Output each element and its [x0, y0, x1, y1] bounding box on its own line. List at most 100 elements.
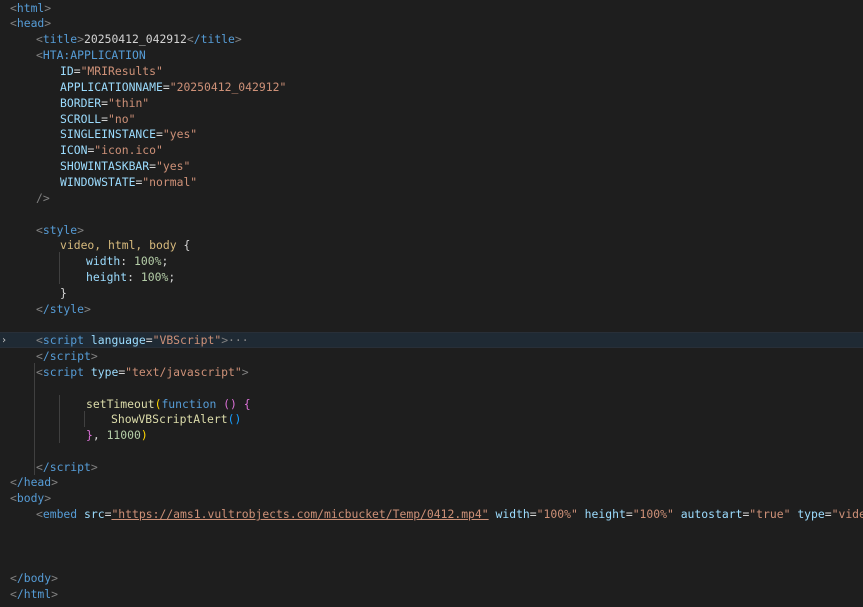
self-close-token: /> [36, 191, 50, 205]
attr-name: language [90, 333, 146, 347]
tag-script: script [42, 365, 85, 379]
attr-name: SHOWINTASKBAR [60, 159, 150, 173]
code-line[interactable]: APPLICATIONNAME="20250412_042912" [0, 79, 863, 95]
tag-head-close: /head [16, 475, 52, 489]
code-line[interactable]: <html> [0, 0, 863, 16]
attr-name: type [90, 365, 119, 379]
code-line[interactable]: </body> [0, 570, 863, 586]
parens: () [223, 397, 237, 411]
tag-body-close: /body [16, 571, 52, 585]
code-line[interactable]: WINDOWSTATE="normal" [0, 174, 863, 190]
attr-value: "yes" [162, 127, 198, 141]
attr-value: "100%" [536, 507, 578, 521]
parens: () [227, 412, 242, 426]
code-line[interactable]: width: 100%; [0, 253, 863, 269]
code-line[interactable]: ICON="icon.ico" [0, 142, 863, 158]
tag-html-close: /html [16, 587, 52, 601]
function-name: setTimeout [86, 397, 155, 411]
attr-value: "100%" [632, 507, 674, 521]
css-selector: video, html, body [60, 238, 177, 252]
brace: { [243, 397, 251, 411]
code-line[interactable]: } [0, 285, 863, 301]
tag-title-close: /title [193, 32, 235, 46]
code-line[interactable]: ID="MRIResults" [0, 63, 863, 79]
tag-style: style [42, 223, 78, 237]
code-line[interactable]: <title>20250412_042912</title> [0, 31, 863, 47]
code-line[interactable]: </head> [0, 474, 863, 490]
code-line[interactable]: <head> [0, 15, 863, 31]
attr-name: SINGLEINSTANCE [60, 127, 157, 141]
attr-value: "20250412_042912" [169, 80, 287, 94]
code-line[interactable]: </script> [0, 348, 863, 364]
attr-name: APPLICATIONNAME [60, 80, 163, 94]
code-line[interactable]: <embed src="https://ams1.vultrobjects.co… [0, 506, 863, 522]
code-line[interactable]: ShowVBScriptAlert() [0, 411, 863, 427]
function-name: ShowVBScriptAlert [111, 412, 228, 426]
code-line[interactable]: height: 100%; [0, 269, 863, 285]
brace: { [183, 238, 191, 252]
title-text: 20250412_042912 [84, 32, 187, 46]
current-line[interactable]: › <script language="VBScript">··· [0, 332, 863, 348]
attr-value: "VBScript" [152, 333, 222, 347]
attr-value: "MRIResults" [80, 64, 163, 78]
code-line[interactable]: SCROLL="no" [0, 111, 863, 127]
attr-value: "yes" [156, 159, 191, 173]
brace: } [60, 286, 67, 300]
code-line[interactable]: </html> [0, 586, 863, 602]
tag-head: head [16, 16, 45, 30]
attr-name: SCROLL [60, 112, 102, 126]
tag-embed: embed [42, 507, 78, 521]
comma: , [92, 428, 100, 442]
semicolon: ; [168, 270, 176, 284]
folded-ellipsis[interactable]: ··· [228, 333, 249, 347]
attr-name: ICON [60, 143, 88, 157]
tag-script-close: /script [42, 349, 91, 363]
attr-name: src [84, 507, 105, 521]
code-line[interactable]: </script> [0, 459, 863, 475]
url-link[interactable]: "https://ams1.vultrobjects.com/micbucket… [111, 507, 488, 521]
code-line[interactable]: BORDER="thin" [0, 95, 863, 111]
tag-hta-application: HTA:APPLICATION [42, 48, 146, 62]
code-line[interactable]: </style> [0, 301, 863, 317]
attr-value: "no" [108, 112, 136, 126]
code-line[interactable]: <HTA:APPLICATION [0, 47, 863, 63]
code-line[interactable]: <style> [0, 222, 863, 238]
code-line[interactable]: SHOWINTASKBAR="yes" [0, 158, 863, 174]
keyword: function [161, 397, 217, 411]
brace: } [86, 428, 93, 442]
code-line[interactable]: SINGLEINSTANCE="yes" [0, 126, 863, 142]
attr-value: "icon.ico" [94, 143, 163, 157]
attr-value: "normal" [142, 175, 198, 189]
attr-name: autostart [680, 507, 743, 521]
semicolon: ; [161, 254, 169, 268]
attr-name: WINDOWSTATE [60, 175, 136, 189]
attr-name: type [797, 507, 825, 521]
chevron-right-icon[interactable]: › [0, 333, 8, 347]
attr-name: width [495, 507, 530, 521]
number-literal: 11000 [106, 428, 141, 442]
attr-value: "true" [749, 507, 791, 521]
code-line[interactable]: <body> [0, 490, 863, 506]
attr-value: "thin" [108, 96, 150, 110]
css-property: width [86, 254, 121, 268]
attr-value: "text/javascript" [125, 365, 242, 379]
css-value: 100% [134, 254, 162, 268]
tag-script-close: /script [42, 460, 91, 474]
code-line[interactable]: }, 11000) [0, 427, 863, 443]
tag-html: html [16, 1, 45, 15]
tag-style-close: /style [42, 302, 85, 316]
code-line[interactable]: <script type="text/javascript"> [0, 364, 863, 380]
code-line[interactable]: /> [0, 190, 863, 206]
code-line[interactable]: video, html, body { [0, 237, 863, 253]
code-editor[interactable]: <html> <head> <title>20250412_042912</ti… [0, 0, 863, 607]
tag-body: body [16, 491, 45, 505]
attr-value: "video/mp4" [831, 507, 863, 521]
css-property: height [86, 270, 128, 284]
attr-name: height [584, 507, 626, 521]
css-value: 100% [140, 270, 169, 284]
tag-script: script [42, 333, 85, 347]
attr-name: BORDER [60, 96, 102, 110]
code-line[interactable]: setTimeout(function () { [0, 396, 863, 412]
attr-name: ID [60, 64, 74, 78]
paren: ) [140, 428, 148, 442]
